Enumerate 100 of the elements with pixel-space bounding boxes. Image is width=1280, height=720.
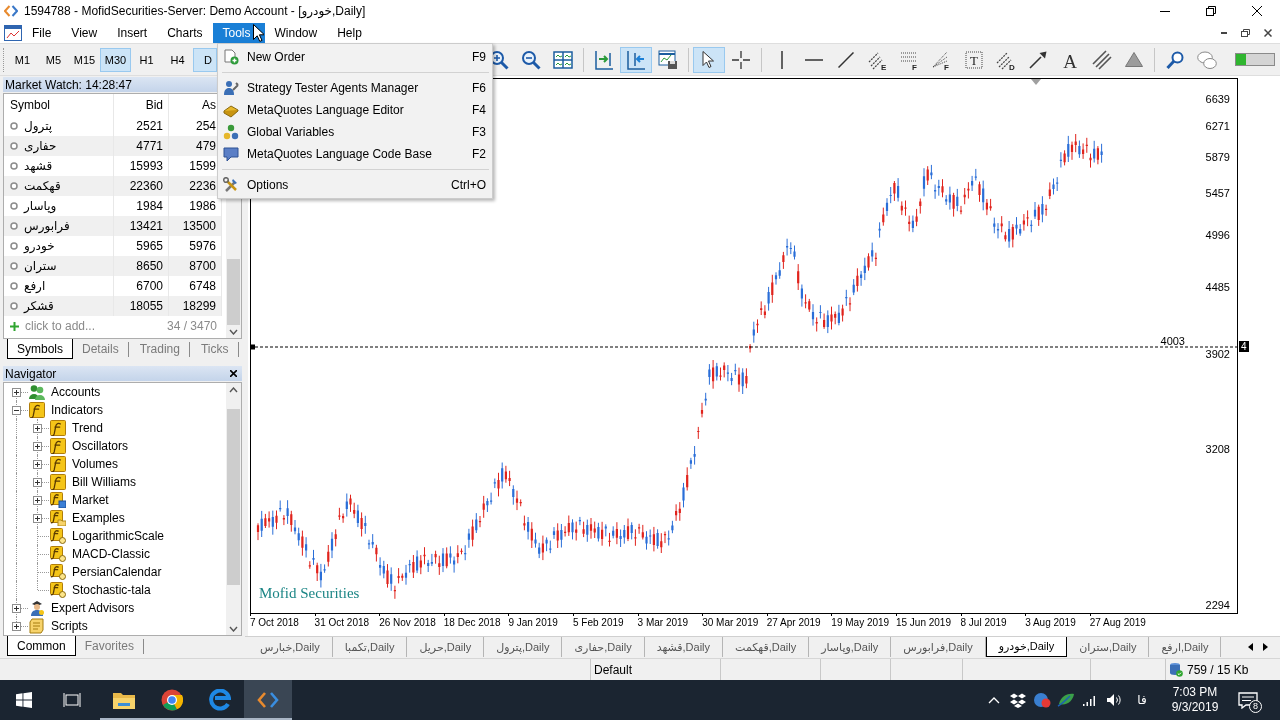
tree-item[interactable]: Stochastic-tala <box>72 583 151 597</box>
plus-box-icon[interactable] <box>12 387 21 397</box>
symbol-name[interactable]: ستران <box>24 259 57 273</box>
scrollbar[interactable] <box>226 383 241 635</box>
menu-item[interactable]: Insert <box>107 22 158 43</box>
chevron-up-icon[interactable] <box>229 387 238 393</box>
panel-tab[interactable]: Ticks <box>191 342 239 357</box>
angle-brackets-icon[interactable] <box>257 691 279 709</box>
tree-item[interactable]: Oscillators <box>72 439 128 453</box>
tree-item[interactable]: Bill Williams <box>72 475 136 489</box>
close-icon[interactable] <box>230 370 237 377</box>
chart-tab[interactable]: ارفع,Daily <box>1149 637 1222 657</box>
channel-button[interactable]: E <box>862 46 894 73</box>
symbol-name[interactable]: حفاری <box>24 139 57 153</box>
chart-tab[interactable]: حریل,Daily <box>407 637 485 657</box>
minus-box-icon[interactable] <box>12 405 21 415</box>
plus-box-icon[interactable] <box>33 459 42 469</box>
column-header[interactable]: As <box>202 98 216 112</box>
diamonds-icon[interactable] <box>1010 692 1026 708</box>
chart-tab[interactable]: وپاسار,Daily <box>809 637 892 657</box>
scroll-right-icon[interactable] <box>1263 643 1268 651</box>
timeframe-button[interactable]: D <box>193 47 217 72</box>
symbol-name[interactable]: قهکمت <box>24 179 61 193</box>
timeframe-button[interactable]: M30 <box>100 47 131 72</box>
menu-item[interactable]: Window <box>264 22 328 43</box>
round-logo-icon[interactable] <box>161 689 183 711</box>
speaker-icon[interactable] <box>1106 693 1122 707</box>
menu-item[interactable]: Strategy Tester Agents Manager F6 <box>218 77 492 99</box>
tree-item[interactable]: Trend <box>72 421 103 435</box>
panel-tab[interactable]: Common <box>7 636 76 656</box>
clock-date[interactable]: 9/3/2019 <box>1171 700 1219 715</box>
panel-tab[interactable]: Details <box>73 342 129 357</box>
cursor-button[interactable] <box>693 46 725 73</box>
menu-item[interactable]: New Order F9 <box>218 46 492 68</box>
fan-button[interactable]: F <box>926 46 958 73</box>
timeframe-button[interactable]: H4 <box>162 47 193 72</box>
plus-box-icon[interactable] <box>12 603 21 613</box>
timeframe-button[interactable]: H1 <box>131 47 162 72</box>
autoscroll-button[interactable] <box>620 46 652 73</box>
chart-tab[interactable]: قشهد,Daily <box>644 637 724 657</box>
dashed-price-line[interactable] <box>250 344 1239 350</box>
menu-item[interactable]: Charts <box>157 22 213 43</box>
chart-tab[interactable]: پترول,Daily <box>484 637 563 657</box>
symbol-name[interactable]: قشهد <box>24 159 53 173</box>
chart-tab[interactable]: خبارس,Daily <box>248 637 333 657</box>
symbol-name[interactable]: خودرو <box>24 239 55 253</box>
menu-item[interactable]: Tools <box>212 22 265 43</box>
pitchfork-button[interactable]: D <box>990 46 1022 73</box>
tree-item[interactable]: Indicators <box>51 403 104 417</box>
shift-marker-icon[interactable] <box>1031 79 1041 85</box>
signal-bars-icon[interactable] <box>1082 693 1098 707</box>
menu-item[interactable]: File <box>22 22 62 43</box>
panel-tab[interactable]: Favorites <box>75 639 145 654</box>
folder-icon[interactable] <box>112 690 136 710</box>
clock-time[interactable]: 7:03 PM <box>1172 685 1218 700</box>
fibonacci-button[interactable]: F <box>894 46 926 73</box>
message-icon[interactable] <box>1238 691 1258 709</box>
tree-item[interactable]: Scripts <box>51 619 88 633</box>
tree-item[interactable]: MACD-Classic <box>72 547 150 561</box>
chevron-down-icon[interactable] <box>229 329 238 335</box>
timeframe-button[interactable]: M1 <box>7 47 38 72</box>
add-symbol-link[interactable]: click to add... <box>25 319 96 333</box>
round-badge-icon[interactable] <box>1033 692 1051 708</box>
input-language[interactable]: فا <box>1126 693 1158 707</box>
column-header[interactable]: Bid <box>145 98 163 112</box>
chart-tab[interactable]: تکمبا,Daily <box>332 637 408 657</box>
task-view-icon[interactable] <box>63 692 81 708</box>
menu-item[interactable]: MetaQuotes Language Code Base F2 <box>218 143 492 165</box>
swirl-logo-icon[interactable] <box>209 689 231 711</box>
tree-item[interactable]: PersianCalendar <box>72 565 162 579</box>
start-logo-icon[interactable] <box>16 692 32 708</box>
symbol-name[interactable]: پترول <box>24 119 53 133</box>
plus-box-icon[interactable] <box>33 423 42 433</box>
chart-tab[interactable]: ستران,Daily <box>1067 637 1150 657</box>
tree-item[interactable]: LogarithmicScale <box>72 529 165 543</box>
menu-item[interactable]: MetaQuotes Language Editor F4 <box>218 99 492 121</box>
menu-item[interactable]: Global Variables F3 <box>218 121 492 143</box>
menu-item[interactable]: Options Ctrl+O <box>218 174 492 196</box>
timeframe-button[interactable]: M5 <box>38 47 69 72</box>
timeframe-button[interactable]: M15 <box>69 47 100 72</box>
chart-tab[interactable]: قهکمت,Daily <box>723 637 810 657</box>
symbol-name[interactable]: فرابورس <box>24 219 70 233</box>
tree-item[interactable]: Expert Advisors <box>51 601 135 615</box>
chart-tab[interactable]: حفاری,Daily <box>562 637 645 657</box>
scroll-left-icon[interactable] <box>1248 643 1253 651</box>
plus-box-icon[interactable] <box>12 621 21 631</box>
symbol-name[interactable]: وپاسار <box>24 199 57 213</box>
text-label-button[interactable]: T <box>958 46 990 73</box>
menu-item[interactable]: Help <box>327 22 372 43</box>
tree-item[interactable]: Accounts <box>51 385 101 399</box>
tree-item[interactable]: Volumes <box>72 457 119 471</box>
plus-box-icon[interactable] <box>33 513 42 523</box>
chevron-down-icon[interactable] <box>229 626 238 632</box>
symbol-name[interactable]: ارفع <box>24 279 46 293</box>
column-header[interactable]: Symbol <box>10 98 50 112</box>
chart-tab[interactable]: خودرو,Daily <box>985 637 1068 657</box>
panel-tab[interactable]: Trading <box>130 342 190 357</box>
plus-box-icon[interactable] <box>33 495 42 505</box>
plus-box-icon[interactable] <box>33 477 42 487</box>
plus-box-icon[interactable] <box>33 441 42 451</box>
